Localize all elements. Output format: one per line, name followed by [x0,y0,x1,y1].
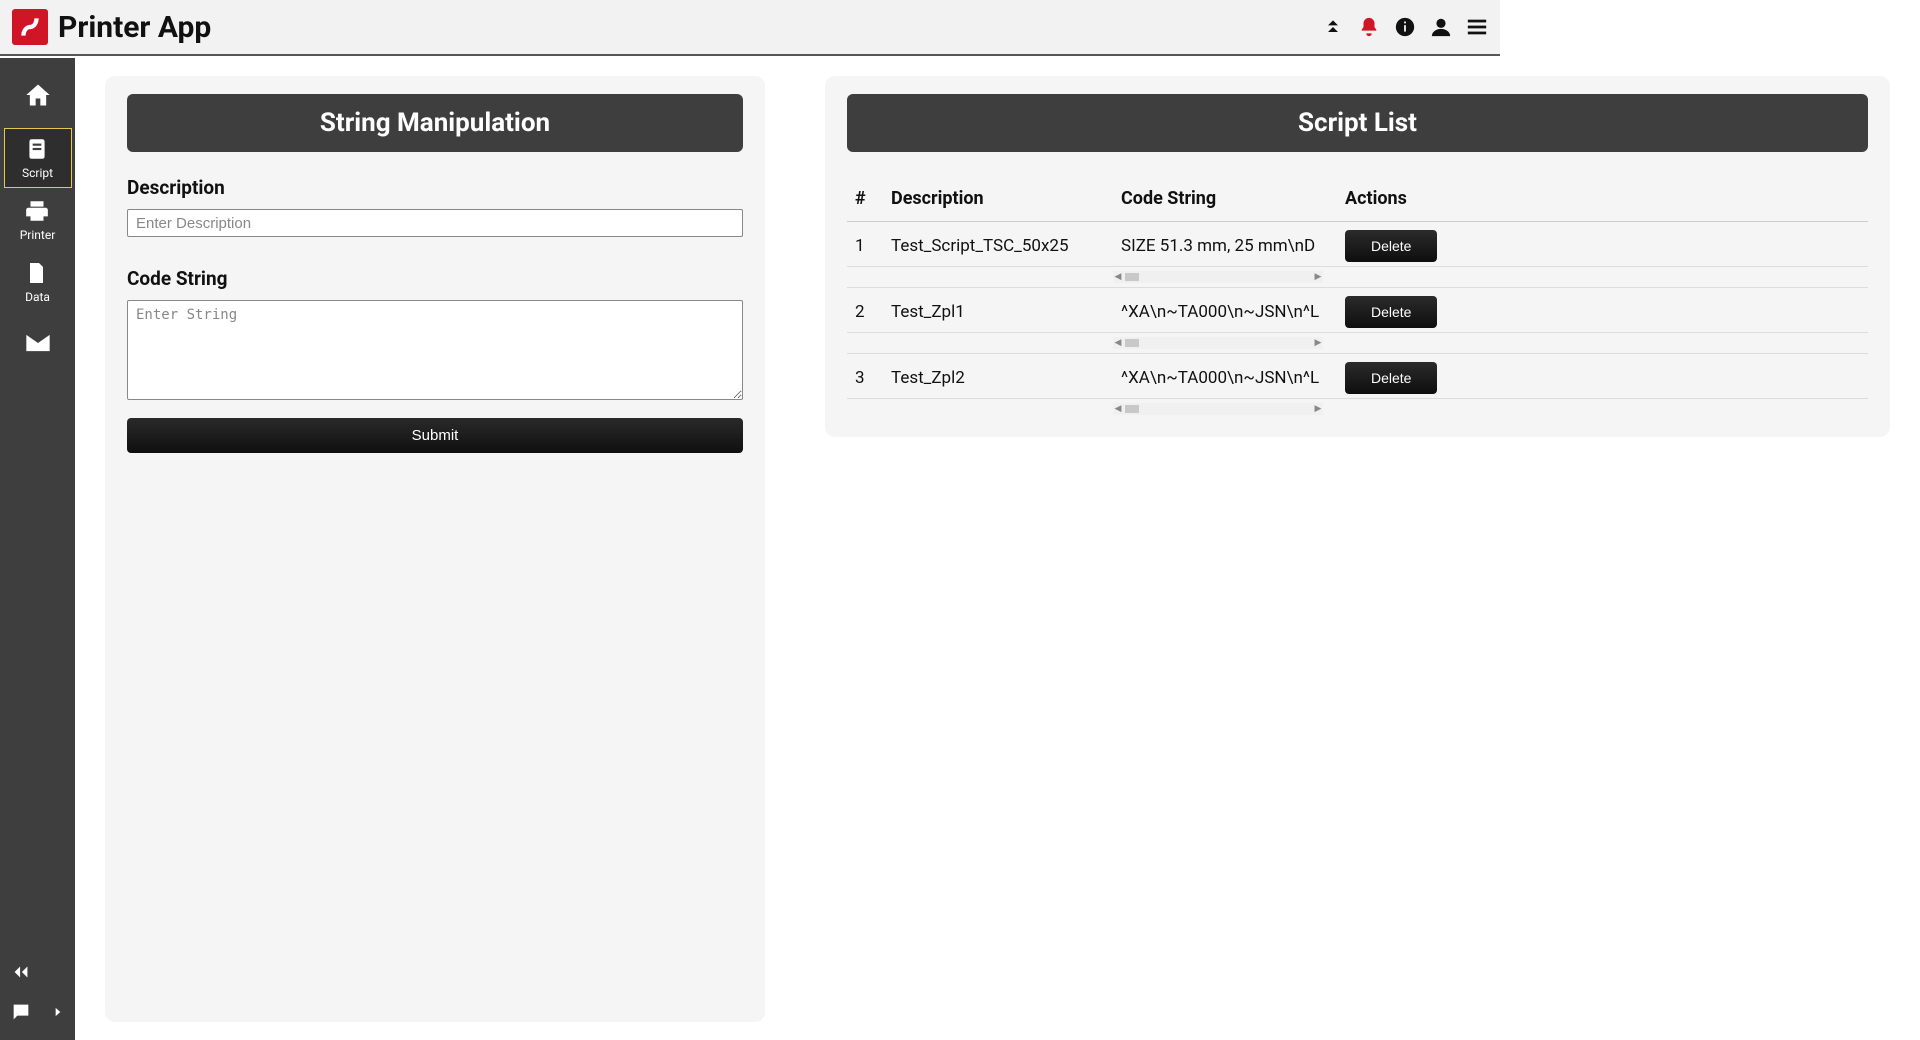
code-scrollbar[interactable]: ◀ ▶ [1113,337,1323,349]
code-scrollbar[interactable]: ◀ ▶ [1113,271,1323,283]
delete-button[interactable]: Delete [1345,230,1437,262]
submit-button[interactable]: Submit [127,418,743,453]
sidebar-item-home[interactable] [4,66,72,126]
app-logo [12,9,48,45]
row-code: SIZE 51.3 mm, 25 mm\nD [1121,236,1341,256]
menu-icon[interactable] [1466,16,1488,38]
script-list-card: Script List # Description Code String Ac… [825,76,1890,437]
header-actions: Actions [1341,188,1860,209]
delete-button[interactable]: Delete [1345,362,1437,394]
code-string-input[interactable] [127,300,743,400]
string-manipulation-card: String Manipulation Description Code Str… [105,76,765,1022]
user-icon[interactable] [1430,16,1452,38]
main-content: String Manipulation Description Code Str… [75,58,1920,1040]
header-desc: Description [891,188,1121,209]
scroll-top-icon[interactable] [1322,16,1344,38]
card-title: String Manipulation [127,94,743,152]
table-row: 2 Test_Zpl1 ^XA\n~TA000\n~JSN\n^L Delete… [847,288,1868,354]
row-num: 2 [855,302,891,322]
code-string-label: Code String [127,267,743,290]
book-icon [24,136,52,164]
row-code: ^XA\n~TA000\n~JSN\n^L [1121,368,1341,388]
sidebar-item-label: Script [22,166,53,180]
row-desc: Test_Script_TSC_50x25 [891,236,1121,256]
table-row: 3 Test_Zpl2 ^XA\n~TA000\n~JSN\n^L Delete… [847,354,1868,419]
code-scrollbar[interactable]: ◀ ▶ [1113,403,1323,415]
mail-icon [24,329,52,357]
sidebar-collapse-button[interactable] [0,952,75,992]
row-code: ^XA\n~TA000\n~JSN\n^L [1121,302,1341,322]
card-title: Script List [847,94,1868,152]
home-icon [24,81,52,109]
info-icon[interactable] [1394,16,1416,38]
row-num: 3 [855,368,891,388]
sidebar: Script Printer Data [0,58,75,1040]
header-code: Code String [1121,188,1341,209]
chat-icon [10,1001,32,1023]
sidebar-item-data[interactable]: Data [4,252,72,312]
table-row: 1 Test_Script_TSC_50x25 SIZE 51.3 mm, 25… [847,222,1868,288]
sidebar-chat-button[interactable] [0,992,75,1032]
sidebar-item-label: Data [25,290,50,304]
row-num: 1 [855,236,891,256]
sidebar-item-printer[interactable]: Printer [4,190,72,250]
header-num: # [855,188,891,209]
sidebar-item-mail[interactable] [4,314,72,374]
print-icon [24,198,52,226]
app-title: Printer App [58,10,211,45]
sidebar-bottom [0,952,75,1040]
sidebar-item-label: Printer [20,228,56,242]
list-header-row: # Description Code String Actions [847,176,1868,222]
app-header: Printer App [0,0,1500,56]
chevron-right-icon [51,1005,65,1019]
delete-button[interactable]: Delete [1345,296,1437,328]
description-label: Description [127,176,743,199]
header-actions [1322,16,1488,38]
row-desc: Test_Zpl1 [891,302,1121,322]
sidebar-item-script[interactable]: Script [4,128,72,188]
row-desc: Test_Zpl2 [891,368,1121,388]
bell-icon[interactable] [1358,16,1380,38]
zip-icon [24,260,52,288]
description-input[interactable] [127,209,743,237]
